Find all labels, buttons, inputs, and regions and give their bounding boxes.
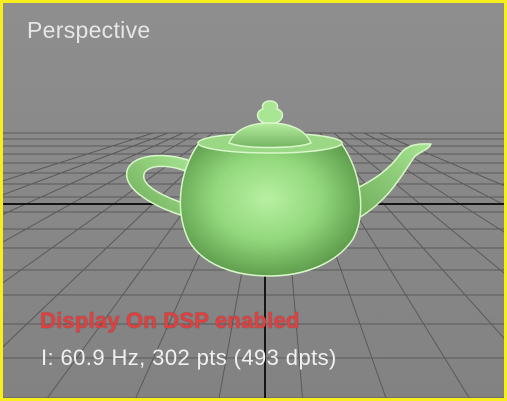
teapot-body <box>179 134 362 277</box>
statistics-readout: I: 60.9 Hz, 302 pts (493 dpts) <box>41 345 337 370</box>
perspective-viewport[interactable]: Perspective Display On DSP enabled I: 60… <box>0 0 507 401</box>
viewport-label[interactable]: Perspective <box>27 17 150 44</box>
dsp-status-message: Display On DSP enabled <box>40 308 300 333</box>
viewport-scene[interactable] <box>3 3 507 401</box>
